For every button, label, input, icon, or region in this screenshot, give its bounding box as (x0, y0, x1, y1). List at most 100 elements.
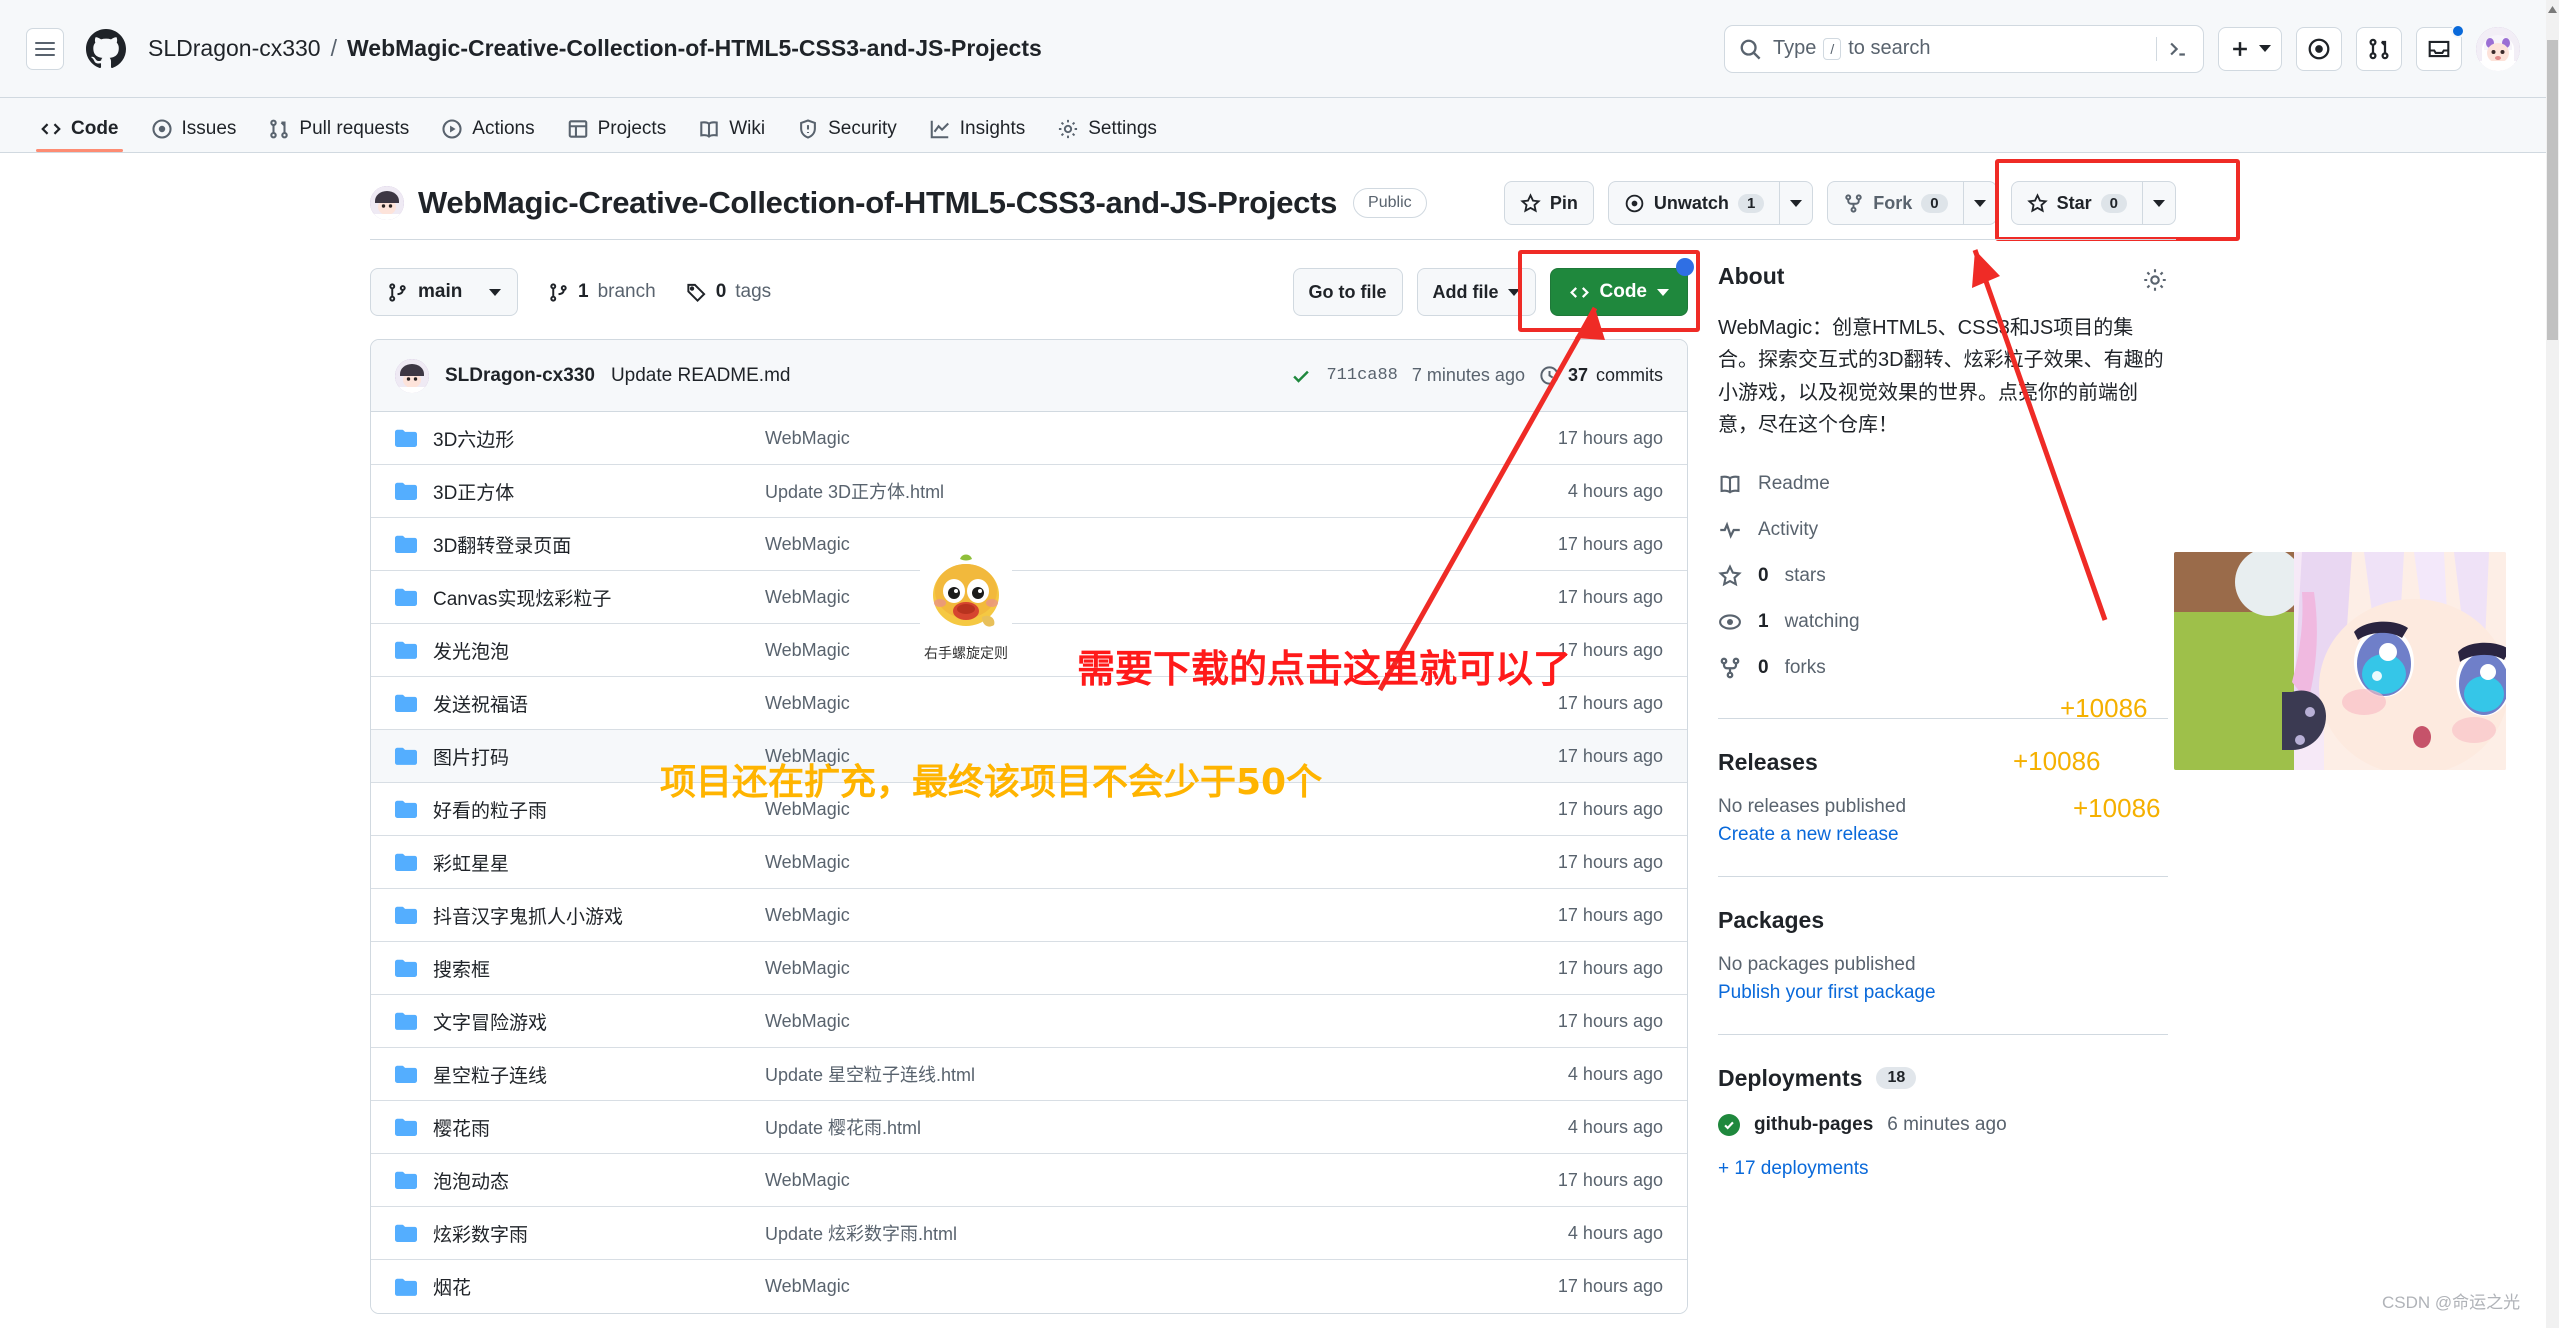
go-to-file-button[interactable]: Go to file (1292, 268, 1403, 316)
tab-actions[interactable]: Actions (427, 106, 548, 152)
create-release-link[interactable]: Create a new release (1718, 824, 2168, 846)
file-message[interactable]: WebMagic (765, 852, 1473, 873)
branch-selector[interactable]: main (370, 268, 518, 316)
tab-wiki[interactable]: Wiki (684, 106, 779, 152)
search-input[interactable]: Type / to search (1724, 24, 2204, 73)
table-row[interactable]: 樱花雨 Update 樱花雨.html 4 hours ago (371, 1101, 1687, 1154)
create-new-button[interactable] (2218, 26, 2282, 71)
file-name-cell[interactable]: Canvas实现炫彩粒子 (395, 584, 765, 611)
table-row[interactable]: 3D六边形 WebMagic 17 hours ago (371, 412, 1687, 465)
file-name-cell[interactable]: 炫彩数字雨 (395, 1220, 765, 1247)
table-row[interactable]: 好看的粒子雨 WebMagic 17 hours ago (371, 783, 1687, 836)
table-row[interactable]: 搜索框 WebMagic 17 hours ago (371, 942, 1687, 995)
table-row[interactable]: 彩虹星星 WebMagic 17 hours ago (371, 836, 1687, 889)
table-row[interactable]: 3D翻转登录页面 WebMagic 17 hours ago (371, 518, 1687, 571)
hamburger-menu-button[interactable] (26, 27, 64, 70)
file-name-cell[interactable]: 3D翻转登录页面 (395, 531, 765, 558)
file-name-cell[interactable]: 彩虹星星 (395, 849, 765, 876)
tab-issues[interactable]: Issues (137, 106, 251, 152)
file-name-cell[interactable]: 烟花 (395, 1273, 765, 1300)
sidebar-item-stars[interactable]: 0 stars (1718, 556, 2168, 596)
github-logo-icon[interactable] (86, 28, 126, 69)
scroll-up-button[interactable] (2546, 0, 2559, 18)
watch-dropdown-button[interactable] (1779, 181, 1814, 225)
deployment-row[interactable]: github-pages 6 minutes ago (1718, 1113, 2168, 1136)
tab-pull-requests[interactable]: Pull requests (254, 106, 423, 152)
file-message[interactable]: WebMagic (765, 799, 1473, 820)
pull-requests-button[interactable] (2356, 26, 2402, 71)
file-name-cell[interactable]: 文字冒险游戏 (395, 1008, 765, 1035)
pin-button[interactable]: Pin (1503, 181, 1594, 225)
tab-settings[interactable]: Settings (1043, 106, 1171, 152)
fork-button[interactable]: Fork 0 (1827, 181, 1963, 225)
table-row[interactable]: 炫彩数字雨 Update 炫彩数字雨.html 4 hours ago (371, 1207, 1687, 1260)
commit-author[interactable]: SLDragon-cx330 (445, 365, 595, 387)
file-message[interactable]: WebMagic (765, 693, 1473, 714)
commits-count-link[interactable]: 37 commits (1539, 365, 1663, 386)
scrollbar-track[interactable] (2546, 0, 2559, 1328)
issues-button[interactable] (2296, 26, 2342, 71)
commit-sha[interactable]: 711ca88 (1326, 366, 1397, 385)
branch-count-link[interactable]: 1 branch (548, 281, 656, 303)
commit-message[interactable]: Update README.md (611, 365, 791, 387)
code-button[interactable]: Code (1549, 268, 1688, 316)
file-name-cell[interactable]: 发送祝福语 (395, 690, 765, 717)
sidebar-item-readme[interactable]: Readme (1718, 464, 2168, 504)
file-message[interactable]: WebMagic (765, 428, 1473, 449)
file-message[interactable]: Update 3D正方体.html (765, 478, 1473, 504)
file-message[interactable]: WebMagic (765, 746, 1473, 767)
table-row[interactable]: 星空粒子连线 Update 星空粒子连线.html 4 hours ago (371, 1048, 1687, 1101)
star-dropdown-button[interactable] (2142, 181, 2176, 225)
file-name-cell[interactable]: 樱花雨 (395, 1114, 765, 1141)
file-message[interactable]: WebMagic (765, 534, 1473, 555)
table-row[interactable]: 泡泡动态 WebMagic 17 hours ago (371, 1154, 1687, 1207)
file-name-cell[interactable]: 好看的粒子雨 (395, 796, 765, 823)
sidebar-item-watching[interactable]: 1 watching (1718, 602, 2168, 642)
table-row[interactable]: Canvas实现炫彩粒子 WebMagic 17 hours ago (371, 571, 1687, 624)
file-name-cell[interactable]: 图片打码 (395, 743, 765, 770)
publish-package-link[interactable]: Publish your first package (1718, 982, 2168, 1004)
unwatch-button[interactable]: Unwatch 1 (1607, 181, 1780, 225)
file-name-cell[interactable]: 泡泡动态 (395, 1167, 765, 1194)
repo-owner-avatar[interactable] (370, 186, 404, 220)
commit-author-avatar[interactable] (395, 358, 429, 393)
page-title[interactable]: WebMagic-Creative-Collection-of-HTML5-CS… (418, 185, 1337, 221)
fork-dropdown-button[interactable] (1962, 181, 1997, 225)
file-name-cell[interactable]: 发光泡泡 (395, 637, 765, 664)
tag-count-link[interactable]: 0 tags (686, 281, 771, 303)
tab-security[interactable]: Security (783, 106, 911, 152)
more-deployments-link[interactable]: + 17 deployments (1718, 1158, 2168, 1180)
file-message[interactable]: Update 炫彩数字雨.html (765, 1220, 1473, 1246)
notifications-button[interactable] (2416, 23, 2465, 71)
table-row[interactable]: 图片打码 WebMagic 17 hours ago (371, 730, 1687, 783)
table-row[interactable]: 3D正方体 Update 3D正方体.html 4 hours ago (371, 465, 1687, 518)
table-row[interactable]: 抖音汉字鬼抓人小游戏 WebMagic 17 hours ago (371, 889, 1687, 942)
file-name-cell[interactable]: 抖音汉字鬼抓人小游戏 (395, 902, 765, 929)
scrollbar-thumb[interactable] (2547, 40, 2558, 340)
table-row[interactable]: 发送祝福语 WebMagic 17 hours ago (371, 677, 1687, 730)
sidebar-item-forks[interactable]: 0 forks (1718, 648, 2168, 688)
file-name-cell[interactable]: 搜索框 (395, 955, 765, 982)
file-message[interactable]: WebMagic (765, 958, 1473, 979)
file-message[interactable]: WebMagic (765, 1011, 1473, 1032)
breadcrumb-repo[interactable]: WebMagic-Creative-Collection-of-HTML5-CS… (347, 35, 1042, 62)
file-name-cell[interactable]: 3D正方体 (395, 478, 765, 505)
tab-code[interactable]: Code (26, 106, 133, 152)
table-row[interactable]: 发光泡泡 WebMagic 17 hours ago (371, 624, 1687, 677)
file-message[interactable]: WebMagic (765, 587, 1473, 608)
file-message[interactable]: WebMagic (765, 1276, 1473, 1297)
tab-insights[interactable]: Insights (915, 106, 1039, 152)
add-file-button[interactable]: Add file (1416, 268, 1536, 316)
breadcrumb-owner[interactable]: SLDragon-cx330 (148, 35, 321, 62)
file-message[interactable]: WebMagic (765, 640, 1473, 661)
file-name-cell[interactable]: 星空粒子连线 (395, 1061, 765, 1088)
sidebar-item-activity[interactable]: Activity (1718, 510, 2168, 550)
edit-repository-details-button[interactable] (2142, 267, 2168, 298)
tab-projects[interactable]: Projects (553, 106, 681, 152)
user-avatar[interactable] (2476, 26, 2520, 71)
file-name-cell[interactable]: 3D六边形 (395, 425, 765, 452)
file-message[interactable]: Update 星空粒子连线.html (765, 1061, 1473, 1087)
star-button[interactable]: Star 0 (2010, 181, 2142, 225)
table-row[interactable]: 烟花 WebMagic 17 hours ago (371, 1260, 1687, 1313)
file-message[interactable]: WebMagic (765, 1170, 1473, 1191)
